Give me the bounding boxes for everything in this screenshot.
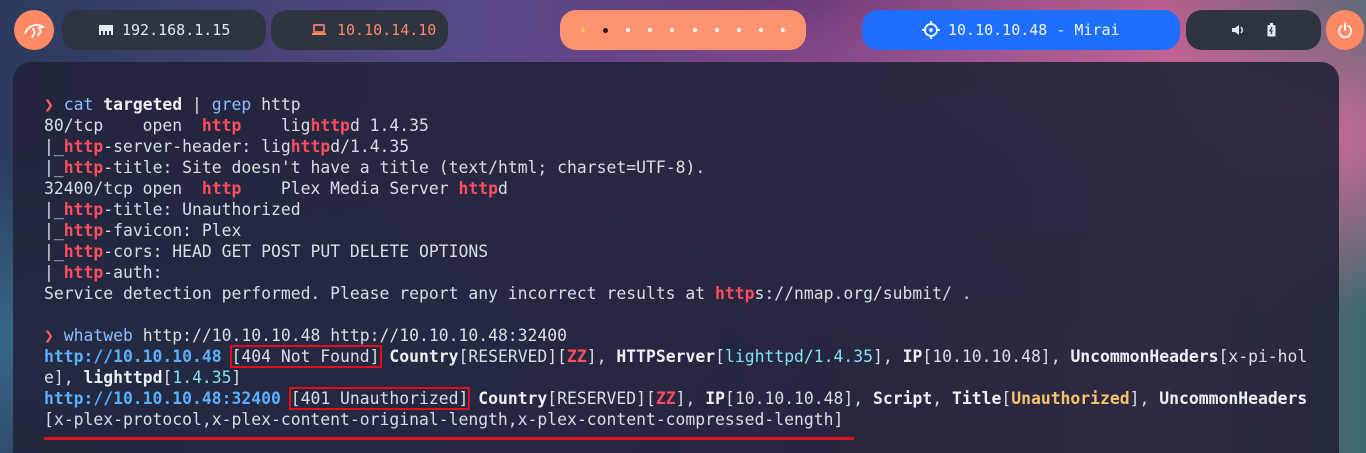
output-line: |_http-server-header: lighttpd/1.4.35 — [44, 137, 410, 156]
status-highlight-box: [401 Unauthorized] — [288, 387, 471, 410]
whatweb-result-line: http://10.10.10.48:32400 [401 Unauthoriz… — [44, 387, 1308, 410]
workspace-dot[interactable] — [670, 28, 675, 32]
kali-dragon-icon — [24, 24, 45, 38]
command-line: ❯ cat targeted | grep http — [44, 95, 301, 114]
volume-icon[interactable] — [1231, 24, 1245, 36]
terminal-window[interactable]: ❯ cat targeted | grep http 80/tcp open h… — [13, 62, 1339, 453]
workspace-dot[interactable] — [626, 28, 631, 32]
output-line: Service detection performed. Please repo… — [44, 284, 972, 303]
prompt-symbol: ❯ — [44, 95, 54, 114]
output-line: | http-auth: — [44, 263, 163, 282]
workspace-dot-active[interactable] — [603, 27, 609, 33]
system-tray[interactable] — [1186, 10, 1321, 50]
output-line: 32400/tcp open http Plex Media Server ht… — [44, 179, 508, 198]
highlight-underline — [44, 437, 854, 440]
whatweb-result-line: [x-plex-protocol,x-plex-content-original… — [44, 410, 844, 429]
whatweb-result-line: e], lighttpd[1.4.35] — [44, 368, 242, 387]
laptop-icon — [312, 24, 326, 35]
output-line: 80/tcp open http lighttpd 1.4.35 — [44, 116, 429, 135]
local-ip-widget[interactable]: 192.168.1.15 — [62, 10, 266, 50]
output-line: |_http-favicon: Plex — [44, 221, 242, 240]
workspace-switcher[interactable] — [560, 10, 806, 50]
output-line: |_http-cors: HEAD GET POST PUT DELETE OP… — [44, 242, 489, 261]
workspace-dot[interactable] — [758, 28, 763, 32]
workspace-dot[interactable] — [780, 28, 785, 32]
kali-menu-button[interactable] — [14, 10, 54, 50]
crosshair-icon — [922, 21, 940, 39]
target-text: 10.10.10.48 - Mirai — [948, 21, 1120, 39]
battery-icon[interactable] — [1267, 23, 1276, 37]
command-line: ❯ whatweb http://10.10.10.48 http://10.1… — [44, 326, 568, 345]
output-line: |_http-title: Site doesn't have a title … — [44, 158, 706, 177]
vpn-ip-text: 10.10.14.10 — [337, 21, 437, 39]
prompt-symbol: ❯ — [44, 326, 54, 345]
output-line: |_http-title: Unauthorized — [44, 200, 301, 219]
workspace-dot[interactable] — [581, 28, 586, 32]
power-icon — [1338, 22, 1352, 38]
workspace-dot[interactable] — [714, 28, 719, 32]
whatweb-result-line: http://10.10.10.48 [404 Not Found] Count… — [44, 345, 1308, 368]
workspace-dot[interactable] — [692, 28, 697, 32]
target-widget[interactable]: 10.10.10.48 - Mirai — [862, 10, 1180, 50]
workspace-dot[interactable] — [648, 28, 653, 32]
status-highlight-box: [404 Not Found] — [229, 345, 382, 368]
vpn-ip-widget[interactable]: 10.10.14.10 — [271, 10, 448, 50]
power-button[interactable] — [1326, 10, 1364, 50]
local-ip-text: 192.168.1.15 — [122, 21, 231, 39]
workspace-dot[interactable] — [736, 28, 741, 32]
network-card-icon — [99, 25, 113, 35]
